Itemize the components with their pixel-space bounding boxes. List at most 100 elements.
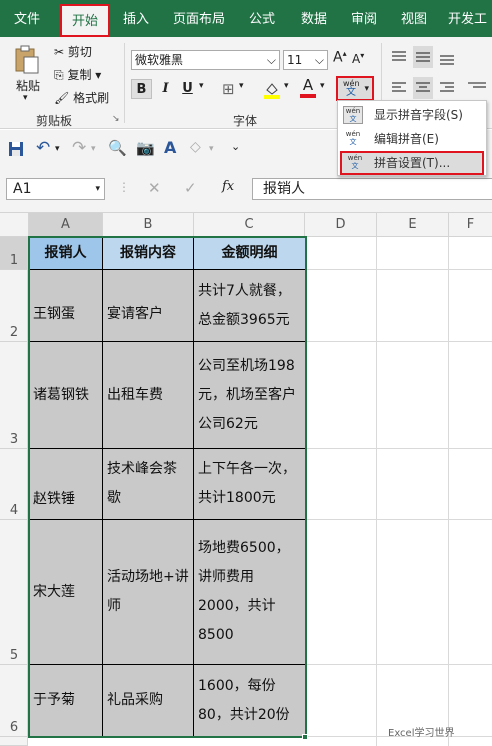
table-cell[interactable]: 赵铁锤 [29, 449, 103, 520]
tab-page-layout[interactable]: 页面布局 [166, 0, 232, 37]
camera-icon[interactable]: 📷 [136, 139, 155, 157]
menu-item-phonetic-settings[interactable]: wén 文 拼音设置(T)... [340, 151, 484, 175]
name-box[interactable]: A1 ▾ [6, 178, 105, 200]
gridline [305, 341, 492, 342]
bold-button[interactable]: B [131, 79, 152, 99]
column-header-d[interactable]: D [305, 213, 377, 237]
gridline [305, 269, 492, 270]
format-painter-button[interactable]: 🖌 格式刷 [54, 89, 109, 106]
table-header-cell[interactable]: 报销内容 [103, 237, 194, 270]
alignment-group [389, 46, 489, 106]
tab-data[interactable]: 数据 [292, 0, 336, 37]
enter-icon[interactable]: ✓ [184, 179, 197, 197]
copy-icon: ⎘ [54, 68, 64, 82]
formula-input[interactable]: 报销人 [252, 178, 492, 200]
phonetic-icon: wén 文 [347, 154, 363, 170]
row-header-7[interactable] [0, 737, 28, 746]
chevron-down-icon: ⌵ [314, 53, 324, 67]
row-header-5[interactable]: 5 [0, 520, 28, 665]
table-cell[interactable]: 宴请客户 [103, 270, 194, 342]
chevron-down-icon: ▾ [95, 184, 100, 194]
column-header-c[interactable]: C [194, 213, 305, 237]
row-header-6[interactable]: 6 [0, 665, 28, 737]
table-cell[interactable]: 公司至机场198元，机场至客户公司62元 [194, 342, 306, 449]
chevron-down-icon[interactable]: ▾ [320, 81, 325, 91]
scissors-icon: ✂ [54, 45, 65, 59]
table-cell[interactable]: 1600，每份80，共计20份 [194, 665, 306, 737]
phonetic-dropdown-menu: wén 文 显示拼音字段(S) wén 文 编辑拼音(E) wén 文 拼音设置(T)… [337, 100, 487, 176]
spelling-icon[interactable]: A [164, 138, 176, 157]
phonetic-guide-button[interactable]: wén 文 ▾ [336, 76, 374, 101]
divider [124, 43, 125, 123]
column-header-b[interactable]: B [103, 213, 194, 237]
column-header-f[interactable]: F [449, 213, 492, 237]
font-name-select[interactable]: 微软雅黑 ⌵ [131, 50, 280, 70]
tab-formulas[interactable]: 公式 [240, 0, 284, 37]
redo-icon[interactable]: ↷ [72, 138, 86, 158]
table-cell[interactable]: 出租车费 [103, 342, 194, 449]
gridline [448, 237, 449, 746]
table-cell[interactable]: 王钢蛋 [29, 270, 103, 342]
table-cell[interactable]: 场地费6500，讲师费用2000，共计8500 [194, 520, 306, 665]
print-preview-icon[interactable]: 🔍 [108, 139, 127, 157]
tab-developer[interactable]: 开发工 [448, 0, 492, 37]
tab-home[interactable]: 开始 [60, 4, 110, 37]
row-header-1[interactable]: 1 [0, 237, 28, 270]
table-cell[interactable]: 于予菊 [29, 665, 103, 737]
chevron-down-icon[interactable]: ▾ [91, 144, 96, 154]
row-header-3[interactable]: 3 [0, 342, 28, 449]
table-cell[interactable]: 活动场地+讲师 [103, 520, 194, 665]
decrease-font-icon[interactable]: A▾ [352, 51, 364, 66]
row-header-4[interactable]: 4 [0, 449, 28, 520]
watermark: Excel学习世界 [388, 728, 455, 739]
paste-icon [15, 45, 39, 74]
tab-file[interactable]: 文件 [4, 0, 50, 37]
cut-button[interactable]: ✂ 剪切 [54, 43, 92, 60]
select-all-corner[interactable] [0, 213, 29, 237]
paste-button[interactable] [14, 45, 40, 75]
tab-review[interactable]: 审阅 [342, 0, 386, 37]
column-header-e[interactable]: E [377, 213, 449, 237]
chevron-down-icon[interactable]: ▾ [199, 81, 204, 91]
column-header-a[interactable]: A [29, 213, 103, 237]
menu-item-show-phonetic[interactable]: wén 文 显示拼音字段(S) [338, 103, 486, 127]
ribbon-tab-bar: 文件 开始 插入 页面布局 公式 数据 审阅 视图 开发工 [0, 0, 492, 37]
fill-handle[interactable] [302, 734, 308, 740]
fill-color-icon[interactable] [264, 81, 280, 99]
insert-function-icon[interactable]: fx [222, 179, 234, 194]
italic-button[interactable]: I [155, 79, 176, 99]
clear-format-icon[interactable]: ◇ [190, 139, 201, 155]
font-color-icon[interactable]: A [300, 77, 316, 99]
paste-label[interactable]: 粘贴 [16, 77, 40, 94]
copy-button[interactable]: ⎘ 复制 ▾ [54, 66, 101, 83]
gridline [376, 237, 377, 746]
customize-toolbar-icon[interactable]: ⌄ [231, 140, 240, 153]
chevron-down-icon[interactable]: ▾ [23, 93, 28, 103]
font-size-select[interactable]: 11 ⌵ [283, 50, 328, 70]
underline-button[interactable]: U [177, 79, 198, 99]
cancel-icon[interactable]: ✕ [148, 179, 161, 197]
increase-font-icon[interactable]: A▴ [333, 49, 347, 66]
menu-item-edit-phonetic[interactable]: wén 文 编辑拼音(E) [338, 127, 486, 151]
chevron-down-icon[interactable]: ▾ [209, 144, 214, 154]
chevron-down-icon[interactable]: ▾ [239, 81, 244, 91]
tab-insert[interactable]: 插入 [114, 0, 158, 37]
table-cell[interactable]: 技术峰会茶歇 [103, 449, 194, 520]
chevron-down-icon[interactable]: ▾ [284, 81, 289, 91]
resize-handle-icon[interactable]: ⋮ [118, 180, 130, 194]
chevron-down-icon[interactable]: ▾ [55, 144, 60, 154]
table-cell[interactable]: 宋大莲 [29, 520, 103, 665]
save-icon[interactable] [8, 141, 24, 157]
undo-icon[interactable]: ↶ [36, 138, 50, 158]
table-header-cell[interactable]: 报销人 [29, 237, 103, 270]
table-cell[interactable]: 礼品采购 [103, 665, 194, 737]
tab-view[interactable]: 视图 [392, 0, 436, 37]
table-cell[interactable]: 共计7人就餐，总金额3965元 [194, 270, 306, 342]
borders-icon[interactable]: ⊞ [222, 80, 235, 98]
table-cell[interactable]: 上下午各一次，共计1800元 [194, 449, 306, 520]
dialog-launcher-icon[interactable]: ↘ [112, 114, 120, 124]
row-header-2[interactable]: 2 [0, 270, 28, 342]
table-cell[interactable]: 诸葛钢铁 [29, 342, 103, 449]
gridline [305, 664, 492, 665]
table-header-cell[interactable]: 金额明细 [194, 237, 306, 270]
